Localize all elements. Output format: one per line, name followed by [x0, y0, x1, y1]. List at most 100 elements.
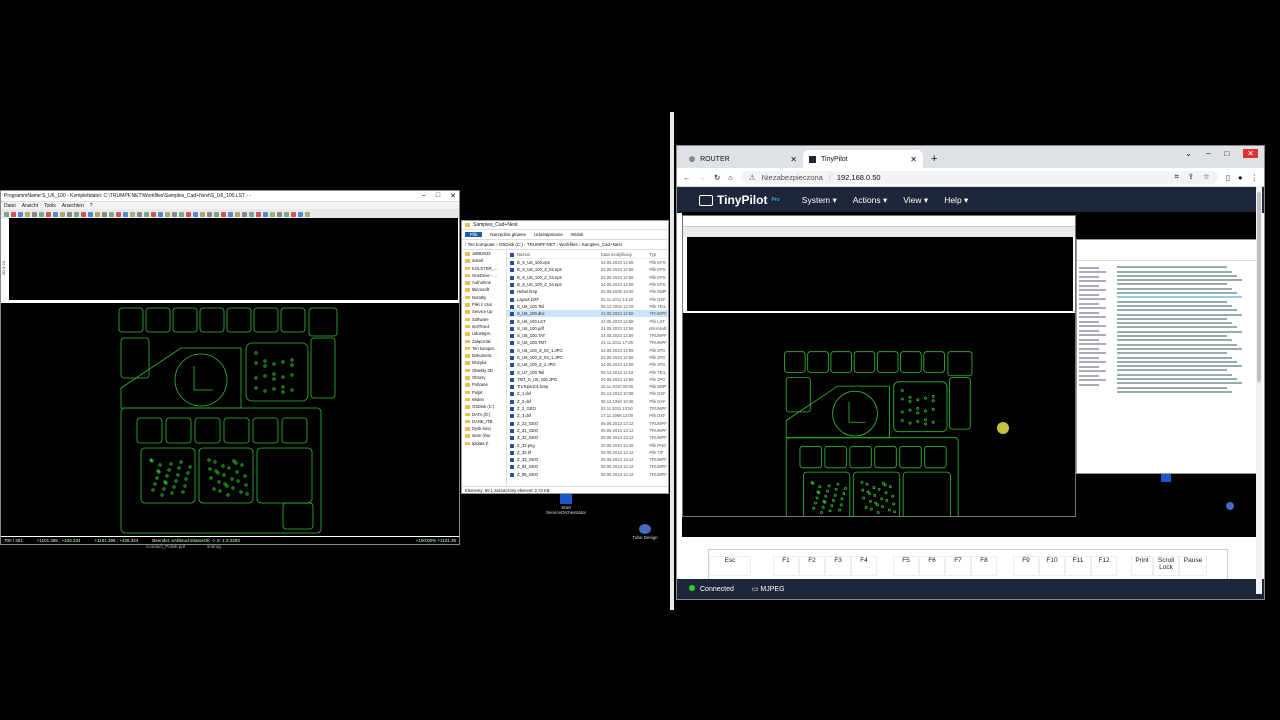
toolbar-tool-icon[interactable]: [67, 211, 72, 217]
file-row[interactable]: Layout.DXF 02.11.2011 14:18 Plik DXF: [507, 295, 668, 302]
file-row[interactable]: S_U6_100.LST 24.05.2023 12:59 Plik LST: [507, 317, 668, 324]
key-f6[interactable]: F6: [919, 556, 945, 576]
tinypilot-logo[interactable]: TinyPilot Pro: [699, 193, 780, 207]
toolbar-tool-icon[interactable]: [270, 211, 275, 217]
explorer-address-bar[interactable]: › Ten komputer › OSDisk (C:) › TRUMPF.NE…: [462, 240, 668, 250]
key-f4[interactable]: F4: [851, 556, 877, 576]
nav-item[interactable]: sn3Trac4: [462, 323, 506, 330]
toolbar-tool-icon[interactable]: [298, 211, 303, 217]
toolbar-tool-icon[interactable]: [165, 211, 170, 217]
column-type[interactable]: Typ: [649, 252, 668, 257]
ribbon-tab-share[interactable]: Udostępnianie: [534, 232, 563, 237]
nav-item[interactable]: Service Up: [462, 308, 506, 315]
star-icon[interactable]: ☆: [1203, 172, 1210, 182]
toolbar-tool-icon[interactable]: [200, 211, 205, 217]
chevron-down-icon[interactable]: ⌄: [1185, 149, 1192, 158]
menu-ansicht[interactable]: Ansicht: [22, 203, 38, 209]
key-f2[interactable]: F2: [799, 556, 825, 576]
ribbon-tab-home[interactable]: Narzędzia główne: [490, 232, 526, 237]
toolbar-tool-icon[interactable]: [242, 211, 247, 217]
file-row[interactable]: Z_32.png 20.05.2010 13:49 Plik PNG: [507, 441, 668, 448]
tab-router[interactable]: ◍ ROUTER ✕: [683, 150, 803, 168]
toolbar-tool-icon[interactable]: [228, 211, 233, 217]
nav-item[interactable]: Ten komput.: [462, 345, 506, 352]
file-row[interactable]: Z_23_GEO 06.06.2013 13:12 TRUMPF: [507, 420, 668, 427]
toolbar-tool-icon[interactable]: [172, 211, 177, 217]
toolbar-tool-icon[interactable]: [46, 211, 51, 217]
file-row[interactable]: Z_94_GEO 06.06.2013 13:12 TRUMPF: [507, 463, 668, 470]
toolbar-tool-icon[interactable]: [109, 211, 114, 217]
menu-help[interactable]: Help ▾: [944, 195, 968, 206]
key-f1[interactable]: F1: [773, 556, 799, 576]
ribbon-tab-view[interactable]: Widok: [571, 232, 584, 237]
file-row[interactable]: S_U6_100_Z_03_1.JPG 24.05.2023 12:59 Plik …: [507, 354, 668, 361]
translate-icon[interactable]: ⌗: [1175, 172, 1179, 182]
toolbar-tool-icon[interactable]: [88, 211, 93, 217]
remote-tube-design-icon[interactable]: [1226, 502, 1234, 510]
toolbar-tool-icon[interactable]: [102, 211, 107, 217]
key-f7[interactable]: F7: [945, 556, 971, 576]
toolbar-tool-icon[interactable]: [95, 211, 100, 217]
tube-design-shortcut[interactable]: Tube Design: [630, 524, 660, 540]
key-f10[interactable]: F10: [1039, 556, 1065, 576]
new-tab-button[interactable]: +: [923, 150, 945, 168]
file-row[interactable]: S_U6_100.TMT 24.11.2011 17:26 TRUMPF: [507, 339, 668, 346]
toolbar-tool-icon[interactable]: [291, 211, 296, 217]
toolbar-tool-icon[interactable]: [53, 211, 58, 217]
key-esc[interactable]: Esc: [709, 556, 751, 576]
file-row[interactable]: Z_1.dxf 05.12.2013 10:08 Plik DXF: [507, 390, 668, 397]
nav-item[interactable]: Obiekty 3D: [462, 367, 506, 374]
file-row[interactable]: B_S_U6_100.eps 24.05.2023 12:59 Plik EPS: [507, 259, 668, 266]
url-bar[interactable]: ⚠ Niezabezpieczona | 192.168.0.50 ⌗ ⇪ ☆: [740, 170, 1218, 184]
nav-item[interactable]: Dokument.: [462, 352, 506, 359]
key-f3[interactable]: F3: [825, 556, 851, 576]
file-row[interactable]: TruTops101.bmp 15.11.2010 09:05 Plik BMP: [507, 383, 668, 390]
file-row[interactable]: S_U6_100.TAT 24.05.2023 12:59 TRUMPF: [507, 332, 668, 339]
key-f9[interactable]: F9: [1013, 556, 1039, 576]
file-row[interactable]: S_U6_100.Teil 05.12.2003 12:29 Plik TEIL: [507, 303, 668, 310]
nav-item[interactable]: Dysk sieci: [462, 425, 506, 432]
file-row[interactable]: Z_31_GEO 06.06.2013 13:12 TRUMPF: [507, 427, 668, 434]
toolbar-tool-icon[interactable]: [193, 211, 198, 217]
cad-upper-canvas[interactable]: [9, 218, 458, 300]
file-row[interactable]: Z_2_GEO 02.11.2011 10:50 TRUMPF: [507, 405, 668, 412]
service-orchestrator-shortcut[interactable]: Start ServiceOrchestrator: [545, 494, 587, 515]
nav-item[interactable]: Pulpit: [462, 389, 506, 396]
key-print[interactable]: Print: [1131, 556, 1153, 576]
close-icon[interactable]: ✕: [1243, 149, 1258, 158]
file-row[interactable]: TMT_S_U6_100.JPG 24.05.2023 12:59 Plik JPG: [507, 376, 668, 383]
nav-item[interactable]: DATA (D:): [462, 411, 506, 418]
file-row[interactable]: S_U6_100_Z_02_1.JPG 24.05.2023 12:59 Plik …: [507, 347, 668, 354]
nav-item[interactable]: Pobrane: [462, 381, 506, 388]
toolbar-tool-icon[interactable]: [284, 211, 289, 217]
menu-ansichten[interactable]: Ansichten: [62, 203, 84, 209]
file-row[interactable]: Z_95_GEO 06.06.2013 13:12 TRUMPF: [507, 471, 668, 478]
close-icon[interactable]: ✕: [450, 192, 456, 200]
toolbar-tool-icon[interactable]: [277, 211, 282, 217]
file-row[interactable]: S_U6_100.dnc 24.05.2023 12:59 TRUMPF: [507, 310, 668, 318]
toolbar-tool-icon[interactable]: [221, 211, 226, 217]
key-f8[interactable]: F8: [971, 556, 997, 576]
nav-item[interactable]: Obrazy: [462, 374, 506, 381]
file-row[interactable]: Z_33_GEO 06.06.2013 13:12 TRUMPF: [507, 456, 668, 463]
back-icon[interactable]: ←: [683, 173, 691, 182]
file-row[interactable]: Z_32.tif 06.06.2013 13:12 Plik TIF: [507, 449, 668, 456]
scrollbar-thumb[interactable]: [1257, 192, 1261, 382]
toolbar-tool-icon[interactable]: [144, 211, 149, 217]
forward-icon[interactable]: →: [699, 173, 707, 182]
file-row[interactable]: B_S_U6_100_Z_03.eps 24.05.2023 12:59 Plik …: [507, 274, 668, 281]
nav-item[interactable]: OneDrive - ...: [462, 272, 506, 279]
toolbar-tool-icon[interactable]: [151, 211, 156, 217]
menu-help[interactable]: ?: [90, 203, 93, 209]
close-tab-icon[interactable]: ✕: [790, 155, 797, 164]
column-date[interactable]: Data modyfikacji: [601, 252, 649, 257]
share-icon[interactable]: ⇪: [1188, 172, 1194, 182]
key-pause[interactable]: Pause: [1179, 556, 1207, 576]
toolbar-tool-icon[interactable]: [207, 211, 212, 217]
file-row[interactable]: Z_32_GEO 06.06.2013 13:12 TRUMPF: [507, 434, 668, 441]
browser-scrollbar[interactable]: [1256, 186, 1262, 594]
toolbar-tool-icon[interactable]: [235, 211, 240, 217]
toolbar-tool-icon[interactable]: [186, 211, 191, 217]
nav-item[interactable]: Wideo: [462, 396, 506, 403]
toolbar-tool-icon[interactable]: [123, 211, 128, 217]
